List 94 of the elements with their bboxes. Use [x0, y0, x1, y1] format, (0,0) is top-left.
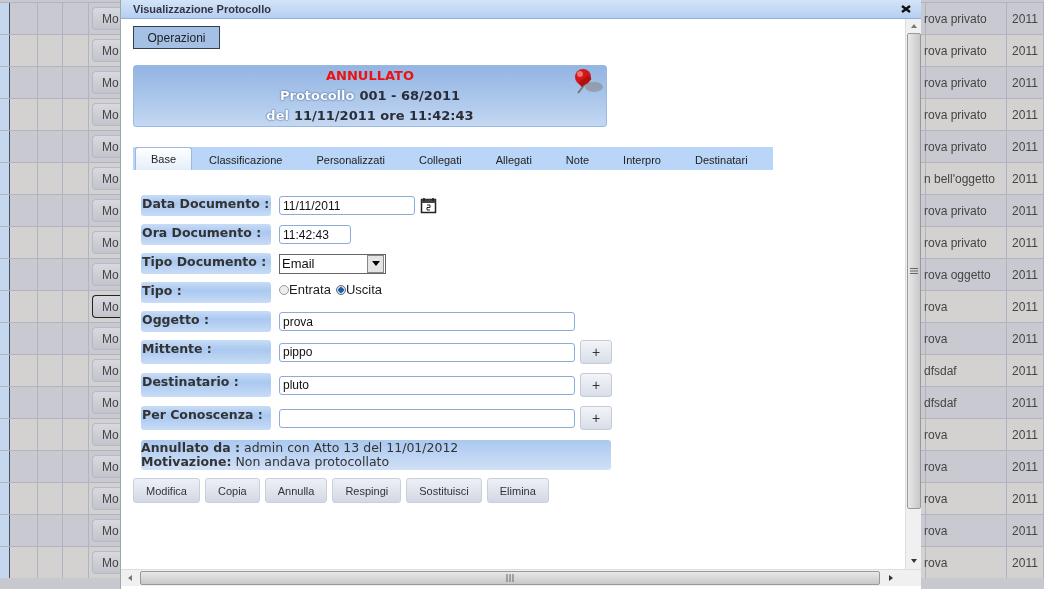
edit-button[interactable]: Mo	[92, 135, 121, 158]
radio-option[interactable]: Entrata	[279, 282, 331, 297]
caret-icon	[371, 261, 380, 266]
action-button[interactable]: Modifica	[133, 478, 200, 503]
tab[interactable]: Personalizzati	[299, 149, 402, 170]
add-button[interactable]: +	[580, 406, 612, 430]
edit-button[interactable]: Mo	[92, 359, 121, 382]
row-header-cell	[0, 131, 10, 162]
field-label: Per Conoscenza :	[141, 406, 271, 430]
row-header-cell	[0, 163, 10, 194]
row-header-cell	[0, 387, 10, 418]
status-text: ANNULLATO	[326, 67, 414, 85]
grip-icon	[506, 574, 514, 582]
input-field[interactable]: pippo	[279, 342, 575, 362]
vertical-scrollbar[interactable]	[905, 19, 921, 569]
edit-button[interactable]: Mo	[92, 295, 121, 318]
table-cell: 2011	[1007, 547, 1044, 578]
field-label: Ora Documento :	[141, 224, 271, 245]
edit-button[interactable]: Mo	[92, 39, 121, 62]
row-header-cell	[0, 291, 10, 322]
scroll-right-arrow-icon[interactable]	[889, 575, 893, 581]
row-header-cell	[0, 515, 10, 546]
calendar-icon[interactable]	[420, 197, 437, 214]
row-header-cell	[0, 35, 10, 66]
edit-button[interactable]: Mo	[92, 455, 121, 478]
row-header-cell	[0, 419, 10, 450]
tab[interactable]: Interpro	[606, 149, 678, 170]
row-header-cell	[0, 547, 10, 578]
date-label: del	[266, 107, 289, 125]
row-header-cell	[0, 259, 10, 290]
field-label: Destinatario :	[141, 373, 271, 397]
row-header-cell	[0, 3, 10, 34]
row-header-cell	[0, 451, 10, 482]
edit-button[interactable]: Mo	[92, 327, 121, 350]
tab[interactable]: Base	[135, 147, 193, 170]
table-cell: rova	[922, 547, 1007, 578]
tab[interactable]: Allegati	[478, 149, 549, 170]
row-header-cell	[0, 67, 10, 98]
protocol-date: 11/11/2011 ore 11:42:43	[293, 107, 474, 125]
edit-button[interactable]: Mo	[92, 231, 121, 254]
operations-button[interactable]: Operazioni	[133, 26, 220, 49]
tab[interactable]: Note	[548, 149, 607, 170]
tab[interactable]: Classificazione	[192, 149, 300, 170]
row-header-cell	[0, 483, 10, 514]
cancellation-reason: Motivazione: Non andava protocollato	[141, 455, 391, 469]
input-field[interactable]: 11:42:43	[279, 225, 351, 244]
row-header-cell	[0, 355, 10, 386]
dialog-title: Visualizzazione Protocollo	[133, 3, 271, 15]
field-label: Tipo :	[141, 282, 271, 303]
close-icon[interactable]	[901, 5, 911, 13]
scroll-thumb[interactable]	[140, 571, 880, 585]
add-button[interactable]: +	[580, 373, 612, 397]
edit-button[interactable]: Mo	[92, 103, 121, 126]
input-field[interactable]	[279, 408, 575, 428]
edit-button[interactable]: Mo	[92, 263, 121, 286]
edit-button[interactable]: Mo	[92, 167, 121, 190]
row-header-cell	[0, 99, 10, 130]
horizontal-scrollbar[interactable]	[121, 569, 921, 586]
grip-icon	[909, 268, 918, 274]
document-type-dropdown[interactable]: Email	[279, 253, 386, 274]
radio-option[interactable]: Uscita	[335, 282, 383, 297]
tab[interactable]: Destinatari	[678, 149, 765, 170]
action-button[interactable]: Respingi	[332, 478, 402, 503]
add-button[interactable]: +	[580, 340, 612, 364]
tab[interactable]: Collegati	[401, 149, 479, 170]
scroll-down-arrow-icon[interactable]	[910, 559, 917, 563]
field-label: Mittente :	[141, 340, 271, 364]
row-header-cell	[0, 227, 10, 258]
action-button[interactable]: Sostituisci	[406, 478, 482, 503]
scroll-left-arrow-icon[interactable]	[128, 575, 132, 581]
input-field[interactable]: pluto	[279, 375, 575, 395]
edit-button[interactable]: Mo	[92, 391, 121, 414]
field-label: Data Documento :	[141, 195, 271, 216]
edit-button[interactable]: Mo	[92, 199, 121, 222]
edit-button[interactable]: Mo	[92, 551, 121, 574]
row-header-cell	[0, 195, 10, 226]
cancellation-text: Annullato da : admin con Atto 13 del 11/01/2012	[141, 441, 460, 455]
scroll-thumb[interactable]	[906, 33, 921, 509]
protocol-number: 001 - 68/2011	[359, 87, 461, 105]
edit-button[interactable]: Mo	[92, 7, 121, 30]
edit-button[interactable]: Mo	[92, 519, 121, 542]
edit-button[interactable]: Mo	[92, 71, 121, 94]
field-label: Oggetto :	[141, 311, 271, 332]
action-button[interactable]: Copia	[204, 478, 260, 503]
action-button[interactable]: Elimina	[486, 478, 549, 503]
input-field[interactable]: 11/11/2011	[279, 196, 415, 215]
protocol-label: Protocollo	[279, 87, 355, 105]
edit-button[interactable]: Mo	[92, 487, 121, 510]
action-button[interactable]: Annulla	[264, 478, 328, 503]
field-label: Tipo Documento :	[141, 253, 271, 274]
scroll-up-arrow-icon[interactable]	[910, 24, 917, 28]
input-field[interactable]: prova	[279, 312, 575, 331]
edit-button[interactable]: Mo	[92, 423, 121, 446]
row-header-cell	[0, 323, 10, 354]
